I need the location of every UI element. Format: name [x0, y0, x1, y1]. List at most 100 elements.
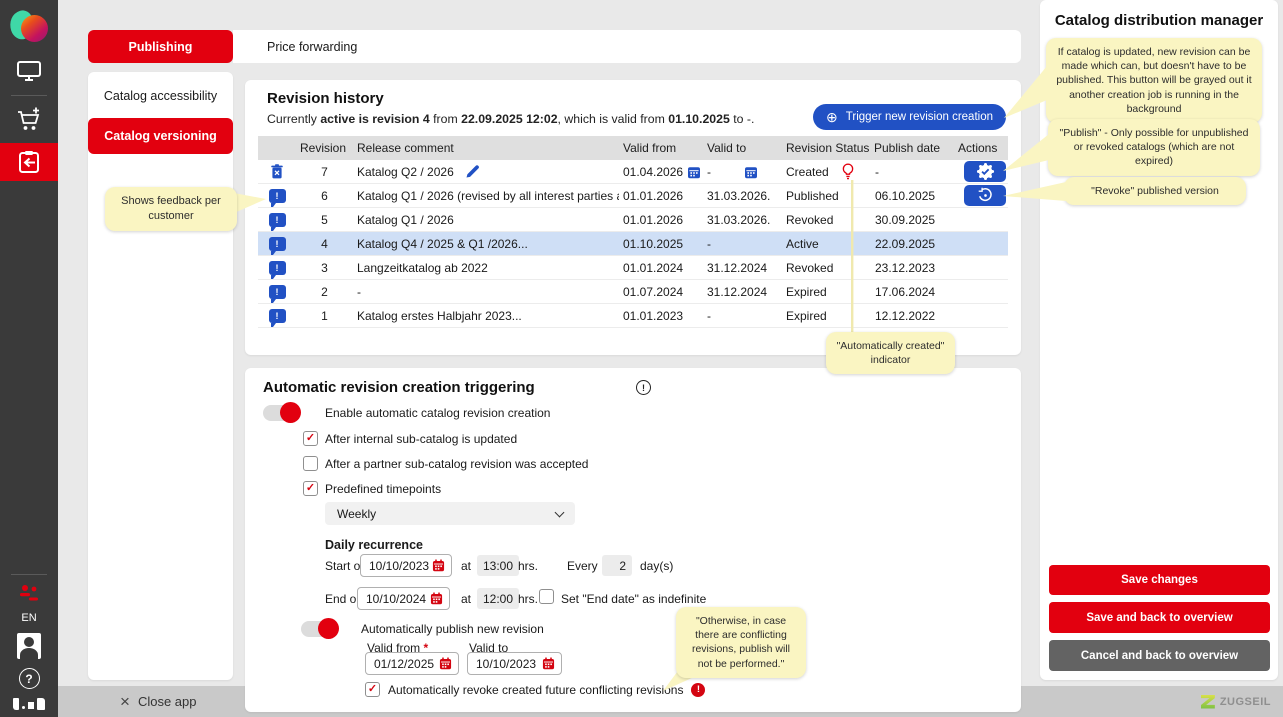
- sidebar-divider: [11, 95, 47, 96]
- sidebar-item-catalog-active[interactable]: [0, 143, 58, 181]
- cell-valid-to: 31.12.2024: [703, 256, 782, 279]
- close-app-button[interactable]: Close app: [138, 694, 197, 709]
- save-changes-button[interactable]: Save changes: [1049, 565, 1270, 595]
- cell-valid-to: 31.03.2026.: [703, 184, 782, 207]
- calendar-icon[interactable]: [439, 657, 452, 670]
- predefined-timepoints-checkbox[interactable]: ✓: [303, 481, 318, 496]
- cancel-and-back-button[interactable]: Cancel and back to overview: [1049, 640, 1270, 671]
- feedback-icon[interactable]: !: [269, 261, 286, 275]
- publish-valid-to-input[interactable]: 10/10/2023: [467, 652, 562, 675]
- cell-publish-date: 22.09.2025: [870, 232, 954, 255]
- cell-comment: -: [353, 280, 619, 303]
- logo-orb-shape: [21, 15, 48, 42]
- indefinite-end-checkbox[interactable]: [539, 589, 554, 604]
- annotation-note-conflict: "Otherwise, in case there are conflictin…: [676, 607, 806, 678]
- start-time-input[interactable]: 13:00: [477, 555, 519, 576]
- col-actions: Actions: [954, 136, 1008, 160]
- check-icon: ✓: [368, 684, 377, 695]
- valid-to-calendar-icon[interactable]: [744, 165, 758, 179]
- plus-circle-icon: ⊕: [826, 110, 838, 124]
- feedback-icon[interactable]: !: [269, 237, 286, 251]
- calendar-icon[interactable]: [430, 592, 443, 605]
- every-label: Every: [567, 558, 598, 574]
- customers-icon[interactable]: [17, 584, 41, 603]
- cell-status: Active: [782, 232, 870, 255]
- cell-valid-from: 01.07.2024: [619, 280, 703, 303]
- col-valid-to: Valid to: [703, 136, 782, 160]
- cell-status: Created: [782, 160, 870, 183]
- col-publish-date: Publish date: [870, 136, 954, 160]
- edit-comment-icon[interactable]: [465, 164, 480, 179]
- valid-from-calendar-icon[interactable]: [687, 165, 701, 179]
- app-sidebar: EN ?: [0, 0, 58, 717]
- trigger-new-revision-button[interactable]: ⊕ Trigger new revision creation: [813, 104, 1006, 130]
- avatar-head: [24, 637, 34, 647]
- hrs-label: hrs.: [518, 591, 538, 607]
- cell-revision: 5: [296, 208, 353, 231]
- zugseil-brand: ZUGSEIL: [1201, 695, 1271, 709]
- auto-publish-toggle[interactable]: [301, 621, 337, 637]
- end-time-input[interactable]: 12:00: [477, 588, 519, 609]
- cell-revision: 6: [296, 184, 353, 207]
- frequency-select[interactable]: Weekly: [325, 502, 575, 525]
- nav-item-catalog-versioning[interactable]: Catalog versioning: [88, 118, 233, 154]
- sidebar-divider: [11, 574, 47, 575]
- after-partner-subcatalog-checkbox[interactable]: [303, 456, 318, 471]
- app-logo[interactable]: [10, 9, 48, 47]
- sidebar-item-cart[interactable]: [15, 106, 43, 133]
- language-selector[interactable]: EN: [21, 612, 36, 624]
- sidebar-item-monitor[interactable]: [16, 59, 42, 83]
- table-row-revision-1[interactable]: ! 1 Katalog erstes Halbjahr 2023... 01.0…: [258, 304, 1008, 328]
- frequency-value: Weekly: [337, 507, 376, 521]
- cell-valid-from: 01.10.2025: [619, 232, 703, 255]
- nav-item-catalog-accessibility[interactable]: Catalog accessibility: [88, 78, 233, 114]
- cell-valid-from: 01.01.2023: [619, 304, 703, 327]
- enable-auto-creation-toggle[interactable]: [263, 405, 299, 421]
- annotation-panel: Catalog distribution manager If catalog …: [1040, 0, 1278, 680]
- publish-badge-icon: [976, 162, 995, 181]
- after-internal-subcatalog-checkbox[interactable]: ✓: [303, 431, 318, 446]
- help-icon[interactable]: ?: [19, 668, 40, 689]
- info-icon[interactable]: !: [636, 380, 651, 395]
- indefinite-end-label: Set "End date" as indefinite: [561, 591, 706, 607]
- save-and-back-button[interactable]: Save and back to overview: [1049, 602, 1270, 633]
- cell-valid-from: 01.01.2026: [619, 184, 703, 207]
- avatar-body: [20, 648, 38, 659]
- active-revision-summary: Currently active is revision 4 from 22.0…: [267, 112, 754, 126]
- feedback-icon[interactable]: !: [269, 309, 286, 323]
- start-date-input[interactable]: 10/10/2023: [360, 554, 452, 577]
- feedback-icon[interactable]: !: [269, 189, 286, 203]
- auto-revoke-checkbox[interactable]: ✓: [365, 682, 380, 697]
- cell-revision: 3: [296, 256, 353, 279]
- table-row-revision-3[interactable]: ! 3 Langzeitkatalog ab 2022 01.01.2024 3…: [258, 256, 1008, 280]
- warning-icon[interactable]: !: [691, 683, 705, 697]
- table-row-revision-4-selected[interactable]: ! 4 Katalog Q4 / 2025 & Q1 /2026... 01.1…: [258, 232, 1008, 256]
- col-select: [258, 136, 296, 160]
- catalog-distribution-manager-screen: { "sidebar": {"language": "EN"}, "tabs":…: [0, 0, 1283, 717]
- revoke-action-button[interactable]: [964, 185, 1006, 206]
- calendar-icon[interactable]: [542, 657, 555, 670]
- automatically-created-icon: [842, 163, 854, 180]
- tab-price-forwarding[interactable]: Price forwarding: [267, 40, 357, 54]
- table-row-revision-6[interactable]: ! 6 Katalog Q1 / 2026 (revised by all in…: [258, 184, 1008, 208]
- cell-publish-date: 06.10.2025: [870, 184, 954, 207]
- every-days-input[interactable]: 2: [602, 555, 632, 576]
- delete-revision-icon[interactable]: [270, 164, 284, 179]
- cell-publish-date: 12.12.2022: [870, 304, 954, 327]
- end-date-input[interactable]: 10/10/2024: [357, 587, 450, 610]
- feedback-icon[interactable]: !: [269, 213, 286, 227]
- table-row-revision-7[interactable]: 7 Katalog Q2 / 2026 01.04.2026 -: [258, 160, 1008, 184]
- cell-publish-date: -: [870, 160, 954, 183]
- table-row-revision-5[interactable]: ! 5 Katalog Q1 / 2026 01.01.2026 31.03.2…: [258, 208, 1008, 232]
- cell-status: Revoked: [782, 208, 870, 231]
- publish-action-button[interactable]: [964, 161, 1006, 182]
- close-icon[interactable]: ×: [120, 692, 130, 712]
- publish-valid-from-input[interactable]: 01/12/2025: [365, 652, 459, 675]
- table-row-revision-2[interactable]: ! 2 - 01.07.2024 31.12.2024 Expired 17.0…: [258, 280, 1008, 304]
- check-icon: ✓: [306, 433, 315, 444]
- annotation-note-creation: If catalog is updated, new revision can …: [1046, 38, 1262, 123]
- feedback-icon[interactable]: !: [269, 285, 286, 299]
- user-avatar[interactable]: [17, 633, 41, 659]
- tab-publishing[interactable]: Publishing: [88, 30, 233, 63]
- calendar-icon[interactable]: [432, 559, 445, 572]
